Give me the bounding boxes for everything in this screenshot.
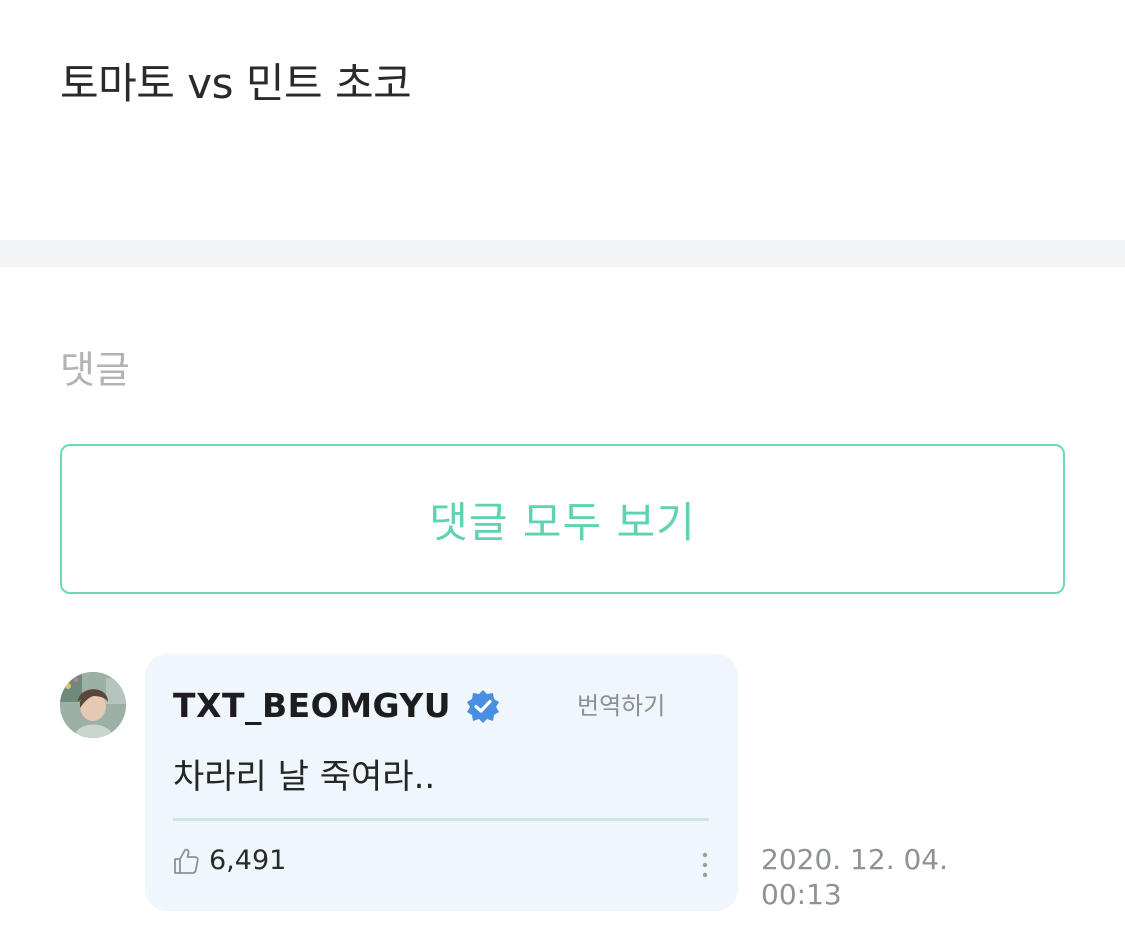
comment-author-row: TXT_BEOMGYU xyxy=(173,686,501,725)
view-all-comments-label: 댓글 모두 보기 xyxy=(429,497,696,547)
like-button[interactable]: 6,491 xyxy=(171,845,286,876)
comment-date: 2020. 12. 04. xyxy=(761,843,949,876)
view-all-comments-button[interactable]: 댓글 모두 보기 xyxy=(60,444,1065,594)
verified-badge-icon xyxy=(465,688,501,724)
vertical-ellipsis-icon[interactable] xyxy=(698,850,712,880)
comment-timestamp: 2020. 12. 04. 00:13 xyxy=(761,842,948,912)
post-page: 토마토 vs 민트 초코 댓글 댓글 모두 보기 TXT_BEOMGYU 번역하… xyxy=(0,0,1125,933)
comment-author-name[interactable]: TXT_BEOMGYU xyxy=(173,686,451,725)
section-divider xyxy=(0,240,1125,267)
thumbs-up-icon xyxy=(171,846,201,876)
avatar-image xyxy=(60,672,126,738)
comment-card-divider xyxy=(173,818,709,821)
post-title: 토마토 vs 민트 초코 xyxy=(60,59,412,108)
translate-button[interactable]: 번역하기 xyxy=(577,686,665,721)
like-count: 6,491 xyxy=(209,845,287,876)
comment-card: TXT_BEOMGYU 번역하기 차라리 날 죽여라.. 6,491 xyxy=(145,654,738,911)
comment-text: 차라리 날 죽여라.. xyxy=(173,757,436,797)
comments-section-label: 댓글 xyxy=(60,348,130,392)
avatar[interactable] xyxy=(60,672,126,738)
comment-time: 00:13 xyxy=(761,878,842,911)
